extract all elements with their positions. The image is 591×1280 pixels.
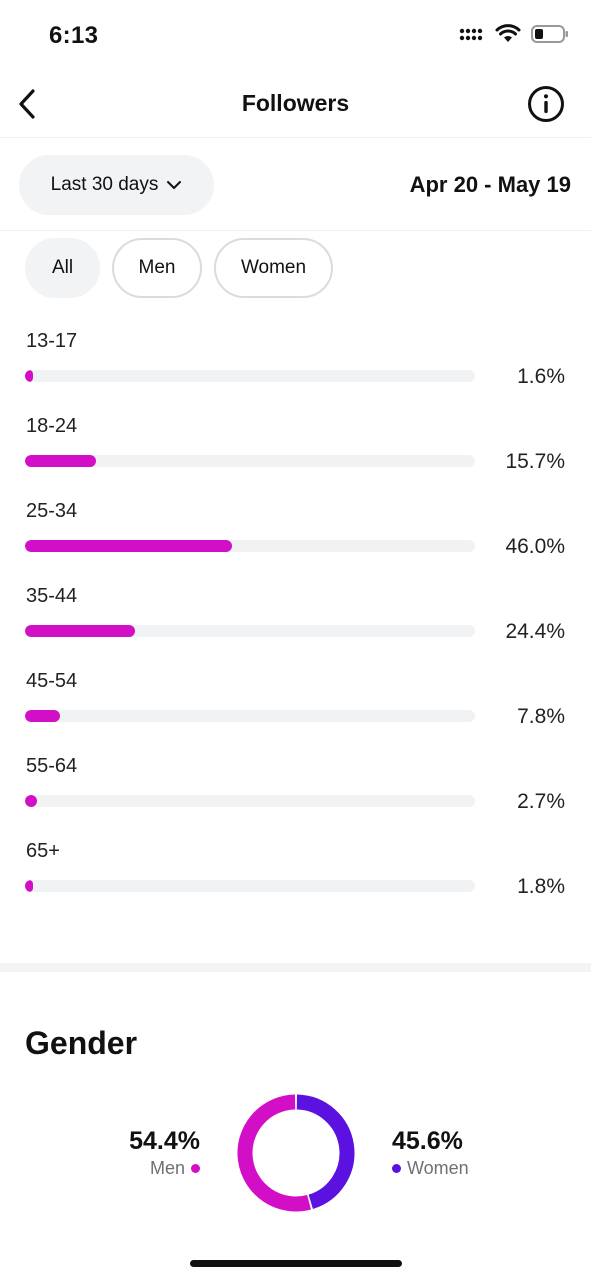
age-percentage: 15.7% — [505, 450, 565, 473]
filter-all-label: All — [51, 257, 74, 278]
age-bar-fill — [25, 370, 33, 382]
donut-segment-women — [296, 1094, 355, 1209]
age-bar-track — [25, 625, 475, 637]
age-label: 55-64 — [26, 755, 78, 777]
chevron-down-icon — [167, 181, 182, 189]
women-percentage: 45.6% — [392, 1127, 463, 1155]
age-bar-fill — [25, 455, 96, 467]
cellular-signal-icon — [459, 28, 483, 41]
men-legend: Men — [129, 1158, 200, 1179]
men-legend-dot — [191, 1164, 200, 1173]
age-row-25-34: 25-34 46.0% — [0, 495, 591, 580]
age-row-35-44: 35-44 24.4% — [0, 580, 591, 665]
age-bar-track — [25, 370, 475, 382]
age-bar-fill — [25, 795, 38, 807]
age-bar-fill — [25, 710, 61, 722]
age-label: 18-24 — [26, 415, 78, 437]
age-label: 45-54 — [26, 670, 78, 692]
gender-donut-chart — [237, 1094, 355, 1212]
date-range-label: Last 30 days — [50, 174, 159, 195]
gender-section-title: Gender — [25, 1025, 138, 1061]
status-bar: 6:13 — [0, 0, 591, 70]
age-bar-track — [25, 795, 475, 807]
age-percentage: 1.6% — [517, 365, 565, 388]
age-bar-track — [25, 455, 475, 467]
women-legend: Women — [392, 1158, 469, 1179]
battery-icon — [531, 25, 568, 43]
info-icon — [528, 86, 564, 122]
page-title: Followers — [241, 90, 350, 116]
age-bar-fill — [25, 880, 34, 892]
age-label: 35-44 — [26, 585, 78, 607]
age-percentage: 46.0% — [505, 535, 565, 558]
age-bar-fill — [25, 540, 232, 552]
gender-women-stat: 45.6% Women — [392, 1127, 469, 1179]
women-legend-dot — [392, 1164, 401, 1173]
section-divider — [0, 963, 591, 972]
date-range-dropdown[interactable]: Last 30 days — [19, 155, 214, 215]
date-range-text: Apr 20 - May 19 — [409, 172, 571, 197]
age-label: 13-17 — [26, 330, 78, 352]
age-range-list: 13-17 1.6% 18-24 15.7% 25-34 46.0% 35-44… — [0, 325, 591, 920]
age-row-45-54: 45-54 7.8% — [0, 665, 591, 750]
filter-women-label: Women — [240, 257, 307, 278]
nav-bar: Followers — [0, 70, 591, 138]
women-label: Women — [407, 1158, 469, 1178]
gender-filter-tabs: All Men Women — [25, 238, 333, 298]
age-row-55-64: 55-64 2.7% — [0, 750, 591, 835]
age-percentage: 2.7% — [517, 790, 565, 813]
age-row-18-24: 18-24 15.7% — [0, 410, 591, 495]
age-bar-track — [25, 540, 475, 552]
date-range-row: Last 30 days Apr 20 - May 19 — [0, 139, 591, 231]
age-percentage: 1.8% — [517, 875, 565, 898]
age-percentage: 24.4% — [505, 620, 565, 643]
age-percentage: 7.8% — [517, 705, 565, 728]
home-indicator — [190, 1260, 402, 1267]
age-row-13-17: 13-17 1.6% — [0, 325, 591, 410]
filter-all-chip[interactable]: All — [25, 238, 100, 298]
filter-women-chip[interactable]: Women — [214, 238, 333, 298]
status-icons — [459, 24, 569, 44]
men-percentage: 54.4% — [129, 1127, 200, 1155]
status-time: 6:13 — [49, 22, 99, 49]
info-button[interactable] — [527, 85, 565, 123]
gender-men-stat: 54.4% Men — [129, 1127, 200, 1179]
donut-segment-men — [237, 1094, 311, 1212]
age-row-65-plus: 65+ 1.8% — [0, 835, 591, 920]
filter-men-chip[interactable]: Men — [112, 238, 202, 298]
age-bar-fill — [25, 625, 135, 637]
age-bar-track — [25, 880, 475, 892]
age-label: 25-34 — [26, 500, 78, 522]
filter-men-label: Men — [138, 257, 176, 278]
wifi-icon — [495, 24, 521, 42]
men-label: Men — [149, 1158, 185, 1178]
age-bar-track — [25, 710, 475, 722]
age-label: 65+ — [26, 840, 60, 862]
